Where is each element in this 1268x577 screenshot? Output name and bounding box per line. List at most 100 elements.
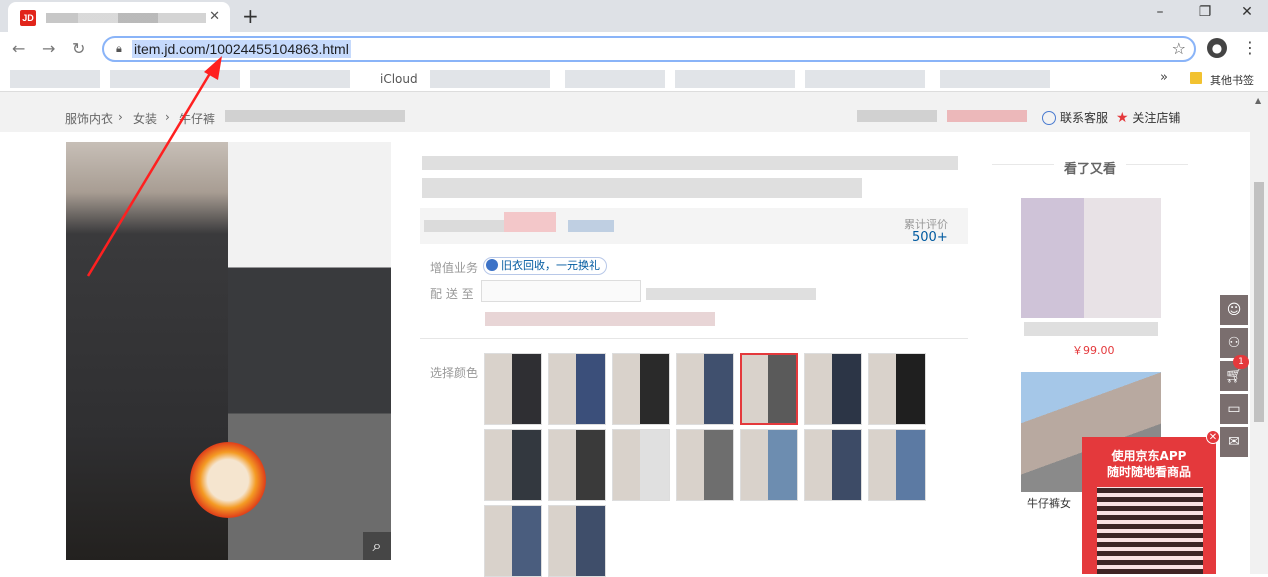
- delivery-label: 配 送 至: [430, 287, 474, 301]
- customer-service-label: 联系客服: [1060, 111, 1109, 125]
- delivery-info-redacted: [646, 288, 816, 300]
- color-swatch[interactable]: [612, 353, 670, 425]
- browser-toolbar: ← → ↻ 🔒︎ item.jd.com/10024455104863.html…: [0, 32, 1268, 66]
- color-swatch[interactable]: [548, 353, 606, 425]
- recycle-service-label: 旧衣回收，一元换礼: [501, 259, 600, 272]
- app-ad-close-icon[interactable]: ✕: [1206, 430, 1220, 444]
- section-divider: [420, 338, 968, 339]
- shop-name-redacted[interactable]: [857, 110, 937, 122]
- breadcrumb-separator: ›: [165, 110, 170, 124]
- bookmark-icloud[interactable]: iCloud: [380, 72, 418, 86]
- menu-kebab-icon[interactable]: ⋮: [1242, 38, 1258, 57]
- app-download-ad[interactable]: 使用京东APP 随时随地看商品: [1082, 437, 1216, 574]
- url-text[interactable]: item.jd.com/10024455104863.html: [132, 40, 351, 58]
- color-swatch[interactable]: [868, 353, 926, 425]
- price-value-redacted: [504, 212, 556, 232]
- magnifier-icon[interactable]: ⌕: [363, 532, 391, 560]
- bookmark-redacted[interactable]: [250, 70, 350, 88]
- sidebar-title: 看了又看: [1064, 162, 1117, 177]
- recommendation-image[interactable]: [1021, 198, 1161, 318]
- recycle-icon: [486, 259, 498, 271]
- breadcrumb: 服饰内衣 › 女装 › 牛仔裤 联系客服 ★ 关注店铺: [0, 92, 1250, 132]
- bookmark-redacted[interactable]: [110, 70, 240, 88]
- bookmarks-overflow-button[interactable]: »: [1160, 70, 1168, 85]
- color-swatch[interactable]: [484, 429, 542, 501]
- qr-code: [1097, 487, 1203, 574]
- follow-shop-label: 关注店铺: [1132, 111, 1181, 125]
- color-swatch[interactable]: [676, 353, 734, 425]
- bookmark-redacted[interactable]: [940, 70, 1050, 88]
- page-scrollbar[interactable]: ▲: [1250, 92, 1268, 574]
- fleece-flame-badge: [190, 442, 266, 518]
- sidebar-divider: [1126, 164, 1188, 165]
- maximize-button[interactable]: ❐: [1190, 4, 1220, 20]
- color-swatch[interactable]: [804, 353, 862, 425]
- color-swatch[interactable]: [612, 429, 670, 501]
- product-title-redacted: [422, 178, 862, 198]
- breadcrumb-link[interactable]: 牛仔裤: [179, 110, 215, 127]
- color-swatch[interactable]: [548, 505, 606, 577]
- shop-rating-redacted: [947, 110, 1027, 122]
- customer-service-link[interactable]: 联系客服: [1042, 109, 1108, 126]
- recycle-service-button[interactable]: 旧衣回收，一元换礼: [483, 257, 607, 275]
- lock-icon: 🔒︎: [116, 42, 122, 55]
- follow-shop-link[interactable]: ★ 关注店铺: [1116, 109, 1180, 126]
- bookmark-redacted[interactable]: [430, 70, 550, 88]
- reviews-count[interactable]: 500+: [912, 230, 948, 245]
- tab-close-icon[interactable]: ✕: [209, 9, 220, 24]
- jd-favicon-icon: JD: [20, 10, 36, 26]
- color-label: 选择颜色: [430, 366, 479, 380]
- color-swatch[interactable]: [804, 429, 862, 501]
- breadcrumb-link[interactable]: 服饰内衣: [65, 110, 113, 127]
- cart-count-badge: 1: [1233, 355, 1249, 369]
- color-swatch[interactable]: [548, 429, 606, 501]
- color-swatch[interactable]: [484, 505, 542, 577]
- bookmark-redacted[interactable]: [10, 70, 100, 88]
- scroll-up-icon[interactable]: ▲: [1255, 96, 1261, 105]
- color-swatch[interactable]: [484, 353, 542, 425]
- delivery-address-selector[interactable]: [481, 280, 641, 302]
- forward-arrow-icon[interactable]: →: [42, 39, 55, 58]
- breadcrumb-redacted: [225, 110, 405, 122]
- promo-redacted: [568, 220, 614, 232]
- product-main-image[interactable]: ⌕: [66, 142, 391, 560]
- close-window-button[interactable]: ✕: [1232, 4, 1262, 20]
- price-redacted: [424, 220, 504, 232]
- color-swatch[interactable]: [740, 353, 798, 425]
- bookmark-redacted[interactable]: [565, 70, 665, 88]
- other-bookmarks-folder[interactable]: 其他书签: [1210, 72, 1254, 88]
- color-swatch[interactable]: [676, 429, 734, 501]
- chat-icon[interactable]: ☺: [1220, 295, 1248, 325]
- breadcrumb-link[interactable]: 女装: [133, 110, 157, 127]
- color-swatch[interactable]: [868, 429, 926, 501]
- bookmark-redacted[interactable]: [805, 70, 925, 88]
- minimize-button[interactable]: –: [1145, 4, 1175, 20]
- recommendation-title-redacted[interactable]: [1024, 322, 1158, 336]
- browser-tab[interactable]: JD ✕: [8, 2, 230, 32]
- breadcrumb-separator: ›: [118, 110, 123, 124]
- price-bar: [420, 208, 968, 244]
- scrollbar-thumb[interactable]: [1254, 182, 1264, 422]
- delivery-promo-redacted: [485, 312, 715, 326]
- browser-tab-strip: JD ✕ + – ❐ ✕: [0, 0, 1268, 32]
- app-ad-line2: 随时随地看商品: [1106, 465, 1191, 479]
- product-title-redacted: [422, 156, 958, 170]
- recommendation-caption[interactable]: 牛仔裤女: [1027, 495, 1071, 511]
- tab-title-redacted: [46, 13, 206, 23]
- new-tab-button[interactable]: +: [242, 4, 259, 28]
- coupon-icon[interactable]: ▭: [1220, 394, 1248, 424]
- back-arrow-icon[interactable]: ←: [12, 39, 25, 58]
- app-ad-line1: 使用京东APP: [1111, 449, 1187, 463]
- user-icon[interactable]: ⚇: [1220, 328, 1248, 358]
- product-page: 服饰内衣 › 女装 › 牛仔裤 联系客服 ★ 关注店铺 ⌕ 累计评价 500+ …: [0, 92, 1250, 577]
- chat-bubble-icon: [1042, 111, 1056, 125]
- reload-icon[interactable]: ↻: [72, 39, 85, 58]
- bookmarks-bar: iCloud » 其他书签: [0, 66, 1268, 92]
- address-bar[interactable]: 🔒︎ item.jd.com/10024455104863.html ☆: [102, 36, 1196, 62]
- sidebar-divider: [992, 164, 1054, 165]
- feedback-icon[interactable]: ✉: [1220, 427, 1248, 457]
- color-swatch[interactable]: [740, 429, 798, 501]
- bookmark-redacted[interactable]: [675, 70, 795, 88]
- bookmark-star-icon[interactable]: ☆: [1172, 39, 1186, 58]
- profile-avatar-icon[interactable]: ●: [1207, 38, 1227, 58]
